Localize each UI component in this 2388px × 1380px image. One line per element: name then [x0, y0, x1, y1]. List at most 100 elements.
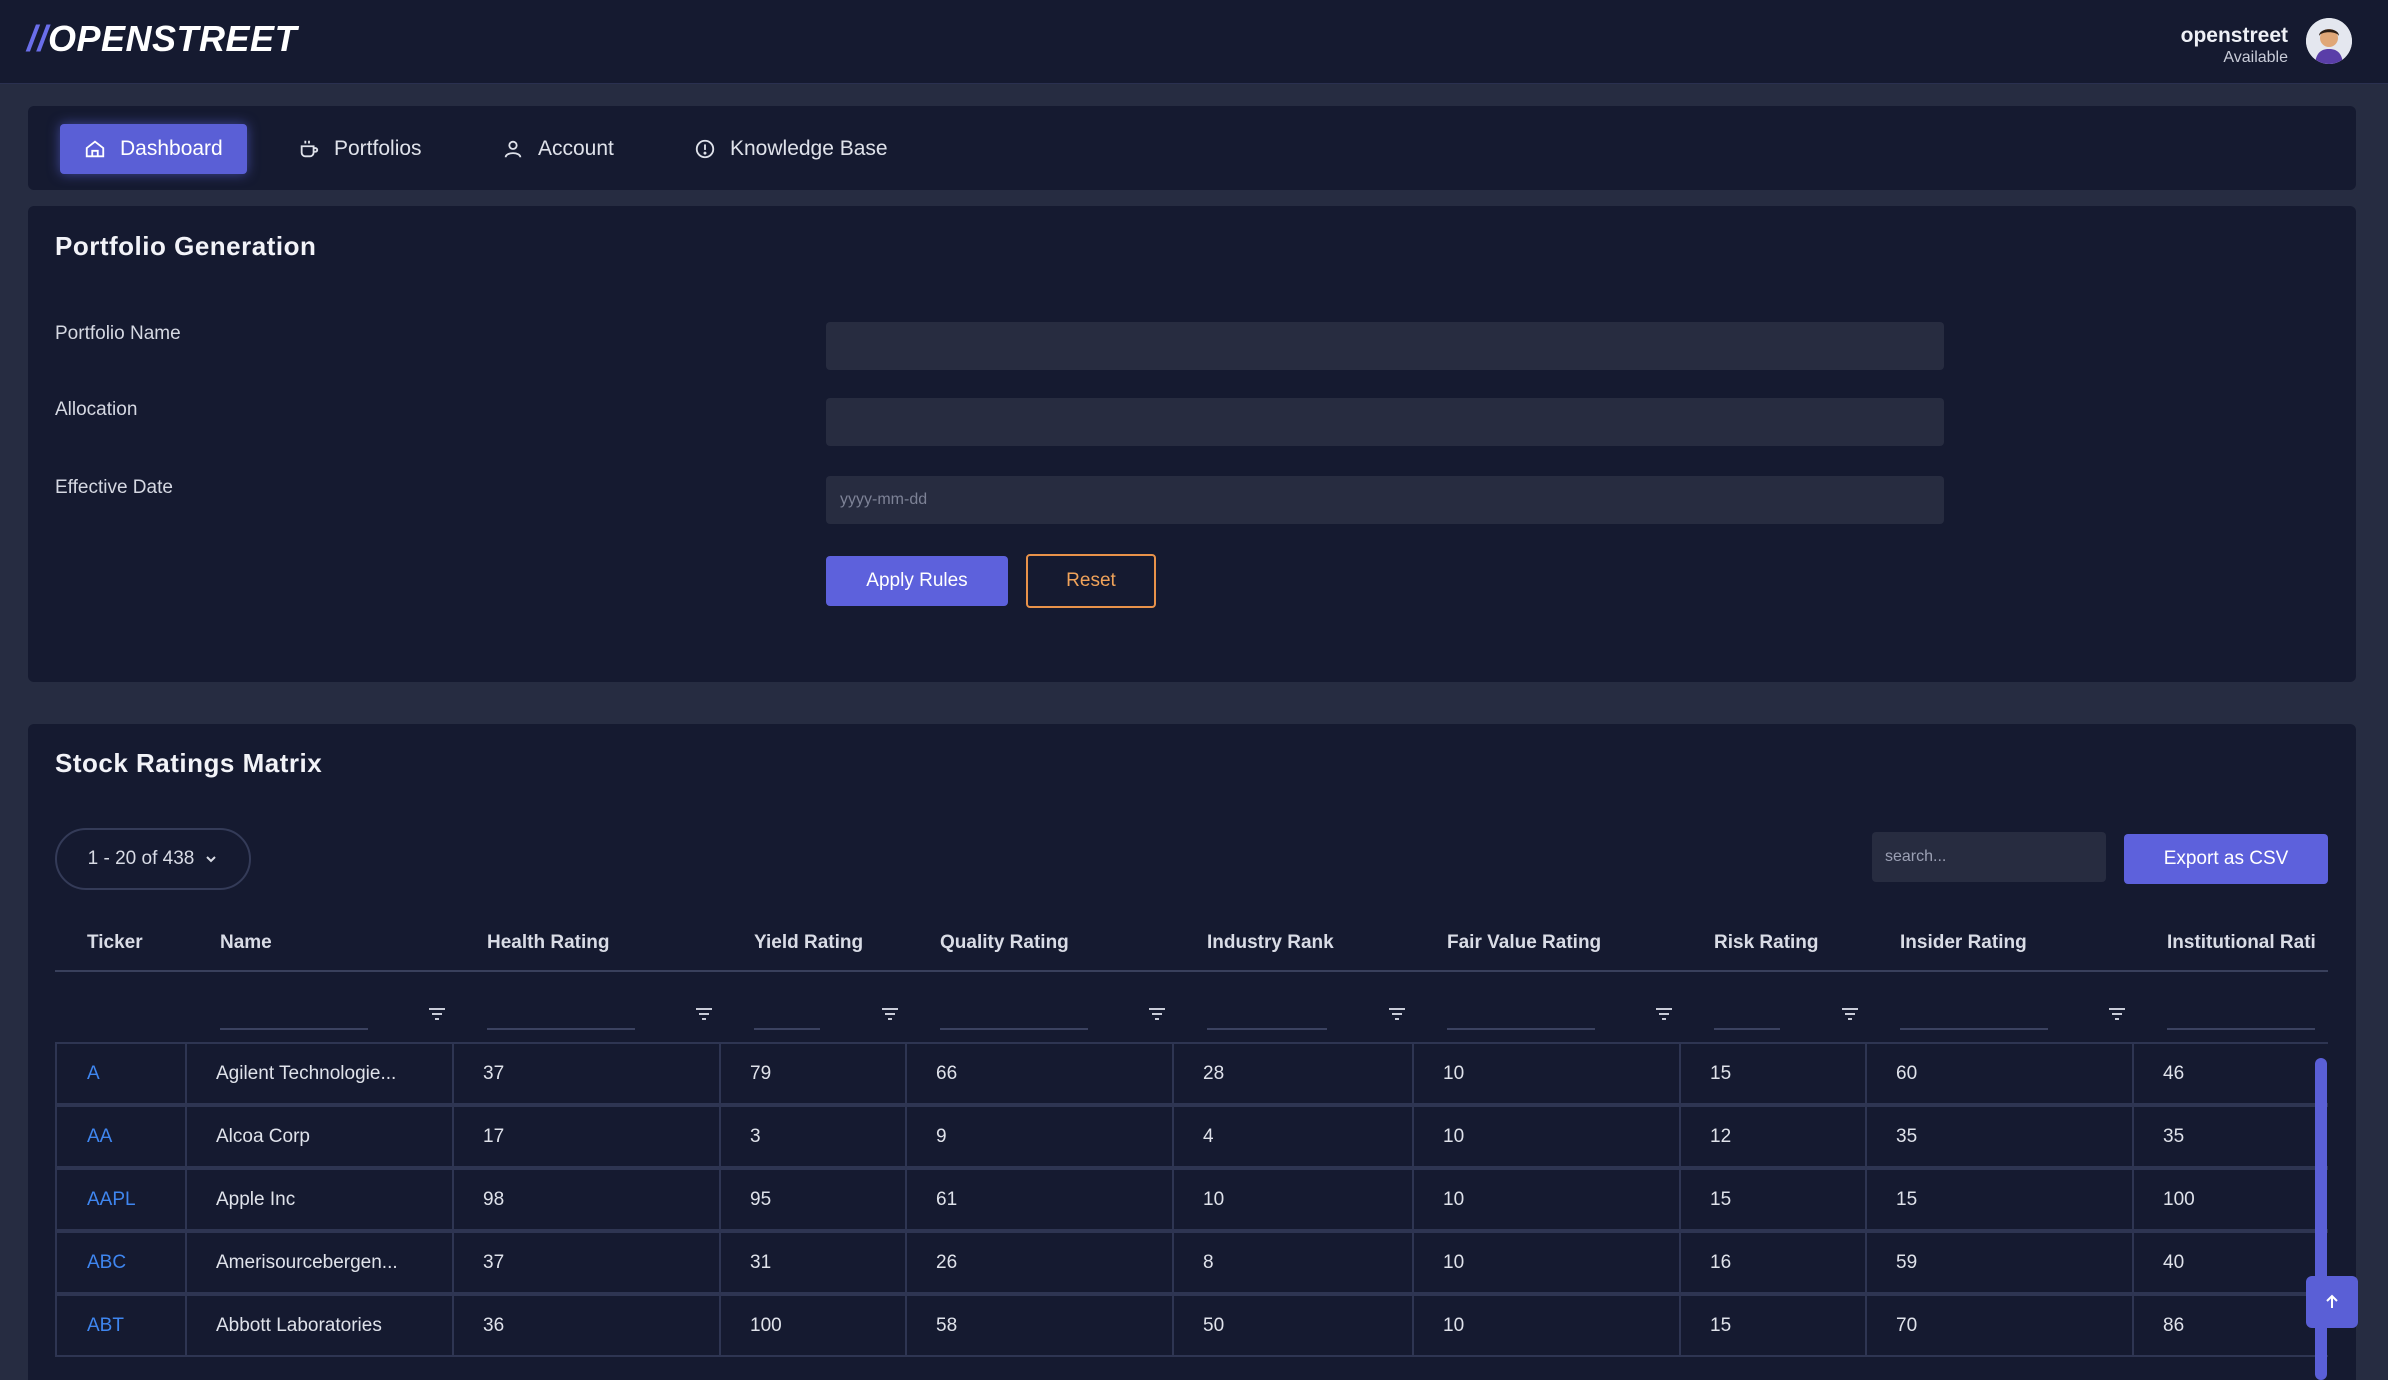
- table-cell-institutional: 35: [2132, 1105, 2328, 1168]
- filter-icon[interactable]: [2107, 1006, 2127, 1022]
- table-cell-quality: 26: [905, 1231, 1174, 1294]
- table-cell-risk: 15: [1679, 1168, 1867, 1231]
- table-cell-insider: 15: [1865, 1168, 2134, 1231]
- table-cell-quality: 66: [905, 1042, 1174, 1105]
- table-cell-risk: 12: [1679, 1105, 1867, 1168]
- logo-text: OPENSTREET: [48, 18, 298, 59]
- table-row[interactable]: AAPL Apple Inc 98 95 61 10 10 15 15 100: [55, 1168, 2328, 1231]
- filter-icon[interactable]: [880, 1006, 900, 1022]
- stock-ratings-title: Stock Ratings Matrix: [55, 748, 323, 778]
- ticker-link[interactable]: ABT: [55, 1294, 187, 1357]
- table-header: Ticker Name Health Rating Yield Rating Q…: [55, 906, 2328, 972]
- column-header-ticker[interactable]: Ticker: [87, 932, 143, 954]
- logo[interactable]: //OPENSTREET: [27, 18, 297, 60]
- table-cell-institutional: 40: [2132, 1231, 2328, 1294]
- column-header-fair-value-rating[interactable]: Fair Value Rating: [1447, 932, 1601, 954]
- logo-slash: //: [27, 18, 49, 59]
- reset-button[interactable]: Reset: [1026, 554, 1156, 608]
- allocation-label: Allocation: [55, 399, 138, 420]
- table-cell-risk: 16: [1679, 1231, 1867, 1294]
- nav-dashboard-label: Dashboard: [120, 137, 223, 160]
- table-cell-industry: 28: [1172, 1042, 1414, 1105]
- table-cell-industry: 10: [1172, 1168, 1414, 1231]
- table-cell-yield: 3: [719, 1105, 907, 1168]
- table-cell-quality: 58: [905, 1294, 1174, 1357]
- cup-icon: [300, 140, 319, 158]
- table-row[interactable]: A Agilent Technologie... 37 79 66 28 10 …: [55, 1042, 2328, 1105]
- table-cell-industry: 8: [1172, 1231, 1414, 1294]
- export-csv-button[interactable]: Export as CSV: [2124, 834, 2328, 884]
- filter-input-industry-rank[interactable]: [1207, 1028, 1327, 1030]
- stock-ratings-card: Stock Ratings Matrix 1 - 20 of 438 Expor…: [28, 724, 2356, 1380]
- table-row[interactable]: ABC Amerisourcebergen... 37 31 26 8 10 1…: [55, 1231, 2328, 1294]
- filter-input-yield-rating[interactable]: [754, 1028, 820, 1030]
- pagination-dropdown[interactable]: 1 - 20 of 438: [55, 828, 251, 890]
- column-header-industry-rank[interactable]: Industry Rank: [1207, 932, 1334, 954]
- column-header-risk-rating[interactable]: Risk Rating: [1714, 932, 1819, 954]
- table-cell-yield: 31: [719, 1231, 907, 1294]
- main-nav: Dashboard Portfolios Account Knowledge B…: [28, 106, 2356, 190]
- filter-input-insider-rating[interactable]: [1900, 1028, 2048, 1030]
- column-header-yield-rating[interactable]: Yield Rating: [754, 932, 863, 954]
- filter-input-health-rating[interactable]: [487, 1028, 635, 1030]
- column-header-quality-rating[interactable]: Quality Rating: [940, 932, 1069, 954]
- ticker-link[interactable]: AA: [55, 1105, 187, 1168]
- filter-input-quality-rating[interactable]: [940, 1028, 1088, 1030]
- effective-date-label: Effective Date: [55, 477, 173, 498]
- scroll-to-top-button[interactable]: [2306, 1276, 2358, 1328]
- table-row[interactable]: ABT Abbott Laboratories 36 100 58 50 10 …: [55, 1294, 2328, 1357]
- nav-portfolios[interactable]: Portfolios: [274, 124, 446, 174]
- allocation-input[interactable]: [826, 398, 1944, 446]
- user-name: openstreet: [2180, 24, 2288, 47]
- filter-input-fair-value-rating[interactable]: [1447, 1028, 1595, 1030]
- nav-account[interactable]: Account: [478, 124, 638, 174]
- chevron-down-icon: [206, 856, 217, 863]
- filter-input-name[interactable]: [220, 1028, 368, 1030]
- table-row[interactable]: AA Alcoa Corp 17 3 9 4 10 12 35 35: [55, 1105, 2328, 1168]
- table-cell-risk: 15: [1679, 1042, 1867, 1105]
- table-cell-risk: 15: [1679, 1294, 1867, 1357]
- user-icon: [504, 140, 522, 158]
- table-cell-industry: 4: [1172, 1105, 1414, 1168]
- portfolio-name-input[interactable]: [826, 322, 1944, 370]
- column-header-institutional-rating[interactable]: Institutional Rati: [2167, 932, 2316, 954]
- nav-knowledge-base[interactable]: Knowledge Base: [670, 124, 912, 174]
- nav-dashboard[interactable]: Dashboard: [60, 124, 247, 174]
- filter-icon[interactable]: [427, 1006, 447, 1022]
- nav-portfolios-label: Portfolios: [334, 137, 422, 160]
- effective-date-input[interactable]: [826, 476, 1944, 524]
- pagination-label: 1 - 20 of 438: [87, 848, 195, 869]
- column-header-insider-rating[interactable]: Insider Rating: [1900, 932, 2027, 954]
- table-cell-insider: 60: [1865, 1042, 2134, 1105]
- filter-icon[interactable]: [694, 1006, 714, 1022]
- table-search-input[interactable]: [1872, 832, 2106, 882]
- user-info[interactable]: openstreet Available: [2181, 24, 2288, 67]
- table-cell-fair-value: 10: [1412, 1105, 1681, 1168]
- table-cell-name: Apple Inc: [185, 1168, 454, 1231]
- arrow-up-icon: [2326, 1294, 2338, 1308]
- table-cell-health: 36: [452, 1294, 721, 1357]
- ticker-link[interactable]: AAPL: [55, 1168, 187, 1231]
- table-scrollbar[interactable]: [2315, 1058, 2327, 1380]
- column-header-health-rating[interactable]: Health Rating: [487, 932, 609, 954]
- portfolio-generation-card: Portfolio Generation Portfolio Name Allo…: [28, 206, 2356, 682]
- nav-account-label: Account: [538, 137, 614, 160]
- filter-input-institutional-rating[interactable]: [2167, 1028, 2315, 1030]
- ticker-link[interactable]: ABC: [55, 1231, 187, 1294]
- table-cell-insider: 70: [1865, 1294, 2134, 1357]
- filter-icon[interactable]: [1147, 1006, 1167, 1022]
- nav-knowledge-base-label: Knowledge Base: [730, 137, 888, 160]
- filter-icon[interactable]: [1840, 1006, 1860, 1022]
- column-header-name[interactable]: Name: [220, 932, 272, 954]
- filter-input-risk-rating[interactable]: [1714, 1028, 1780, 1030]
- table-cell-institutional: 100: [2132, 1168, 2328, 1231]
- avatar[interactable]: [2306, 18, 2352, 64]
- top-header: //OPENSTREET openstreet Available: [0, 0, 2388, 84]
- filter-icon[interactable]: [1654, 1006, 1674, 1022]
- table-cell-name: Abbott Laboratories: [185, 1294, 454, 1357]
- ticker-link[interactable]: A: [55, 1042, 187, 1105]
- apply-rules-button[interactable]: Apply Rules: [826, 556, 1008, 606]
- table-cell-yield: 79: [719, 1042, 907, 1105]
- table-cell-quality: 61: [905, 1168, 1174, 1231]
- filter-icon[interactable]: [1387, 1006, 1407, 1022]
